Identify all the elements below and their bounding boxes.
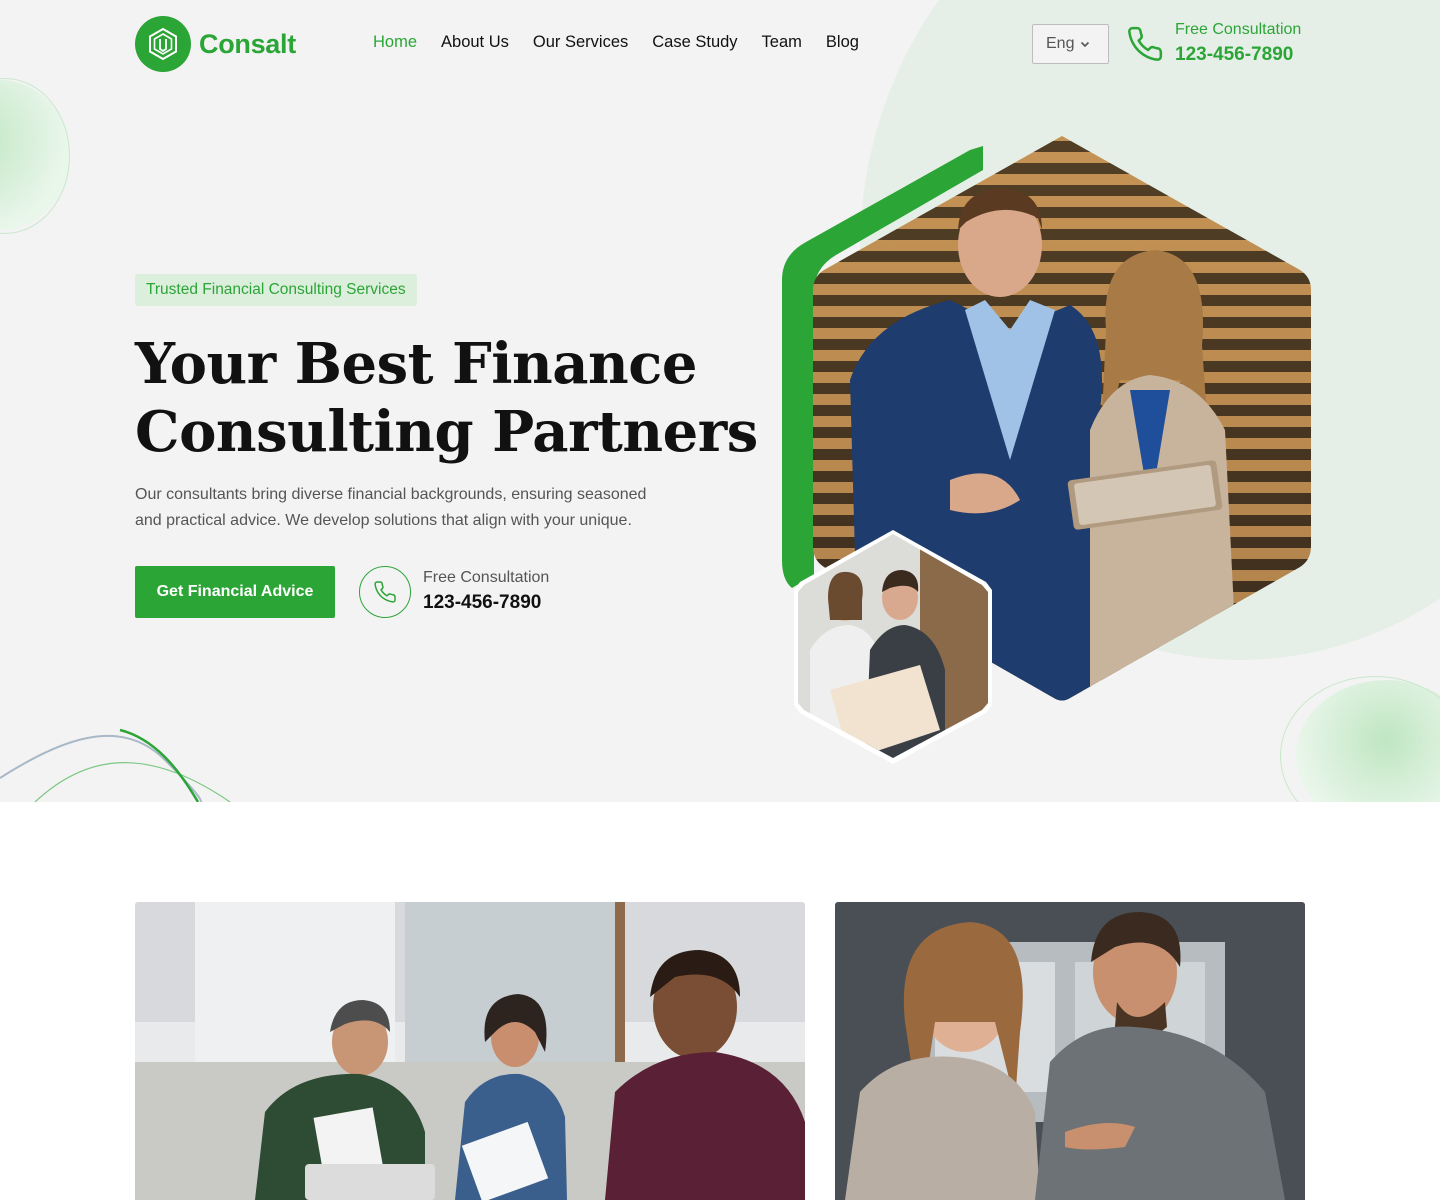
hexagon-logo-icon bbox=[135, 16, 191, 72]
main-nav: Home About Us Our Services Case Study Te… bbox=[373, 33, 883, 52]
header-cta-label: Free Consultation bbox=[1175, 21, 1302, 38]
hero-section: Consalt Home About Us Our Services Case … bbox=[0, 0, 1440, 802]
decorative-ring-left bbox=[0, 78, 70, 234]
chevron-down-icon bbox=[1081, 41, 1090, 48]
hero-title-line-1: Your Best Finance bbox=[135, 331, 698, 397]
call-button[interactable] bbox=[359, 566, 411, 618]
nav-item-blog[interactable]: Blog bbox=[826, 33, 859, 52]
call-number[interactable]: 123-456-7890 bbox=[423, 592, 541, 614]
hero-title-line-2: Consulting Partners bbox=[135, 399, 758, 465]
nav-item-about-us[interactable]: About Us bbox=[441, 33, 509, 52]
nav-item-case-study[interactable]: Case Study bbox=[652, 33, 737, 52]
nav-item-team[interactable]: Team bbox=[762, 33, 802, 52]
nav-item-our-services[interactable]: Our Services bbox=[533, 33, 628, 52]
brand-logo[interactable]: Consalt bbox=[135, 16, 296, 72]
decorative-wave bbox=[0, 728, 231, 802]
colleagues-discussion-photo bbox=[835, 902, 1305, 1200]
get-financial-advice-button[interactable]: Get Financial Advice bbox=[135, 566, 335, 618]
hero-badge: Trusted Financial Consulting Services bbox=[135, 274, 417, 306]
language-select[interactable]: Eng bbox=[1032, 24, 1109, 64]
phone-icon bbox=[1128, 26, 1163, 61]
call-label: Free Consultation bbox=[423, 569, 550, 586]
phone-icon bbox=[374, 581, 396, 603]
brand-name: Consalt bbox=[199, 28, 296, 59]
hero-title: Your Best Finance Consulting Partners bbox=[135, 330, 758, 466]
language-value: Eng bbox=[1046, 35, 1075, 52]
team-meeting-photo bbox=[135, 902, 805, 1200]
hero-image-group bbox=[782, 136, 1311, 764]
header-cta-number[interactable]: 123-456-7890 bbox=[1175, 44, 1293, 66]
hero-description: Our consultants bring diverse financial … bbox=[135, 486, 647, 529]
nav-item-home[interactable]: Home bbox=[373, 33, 417, 52]
